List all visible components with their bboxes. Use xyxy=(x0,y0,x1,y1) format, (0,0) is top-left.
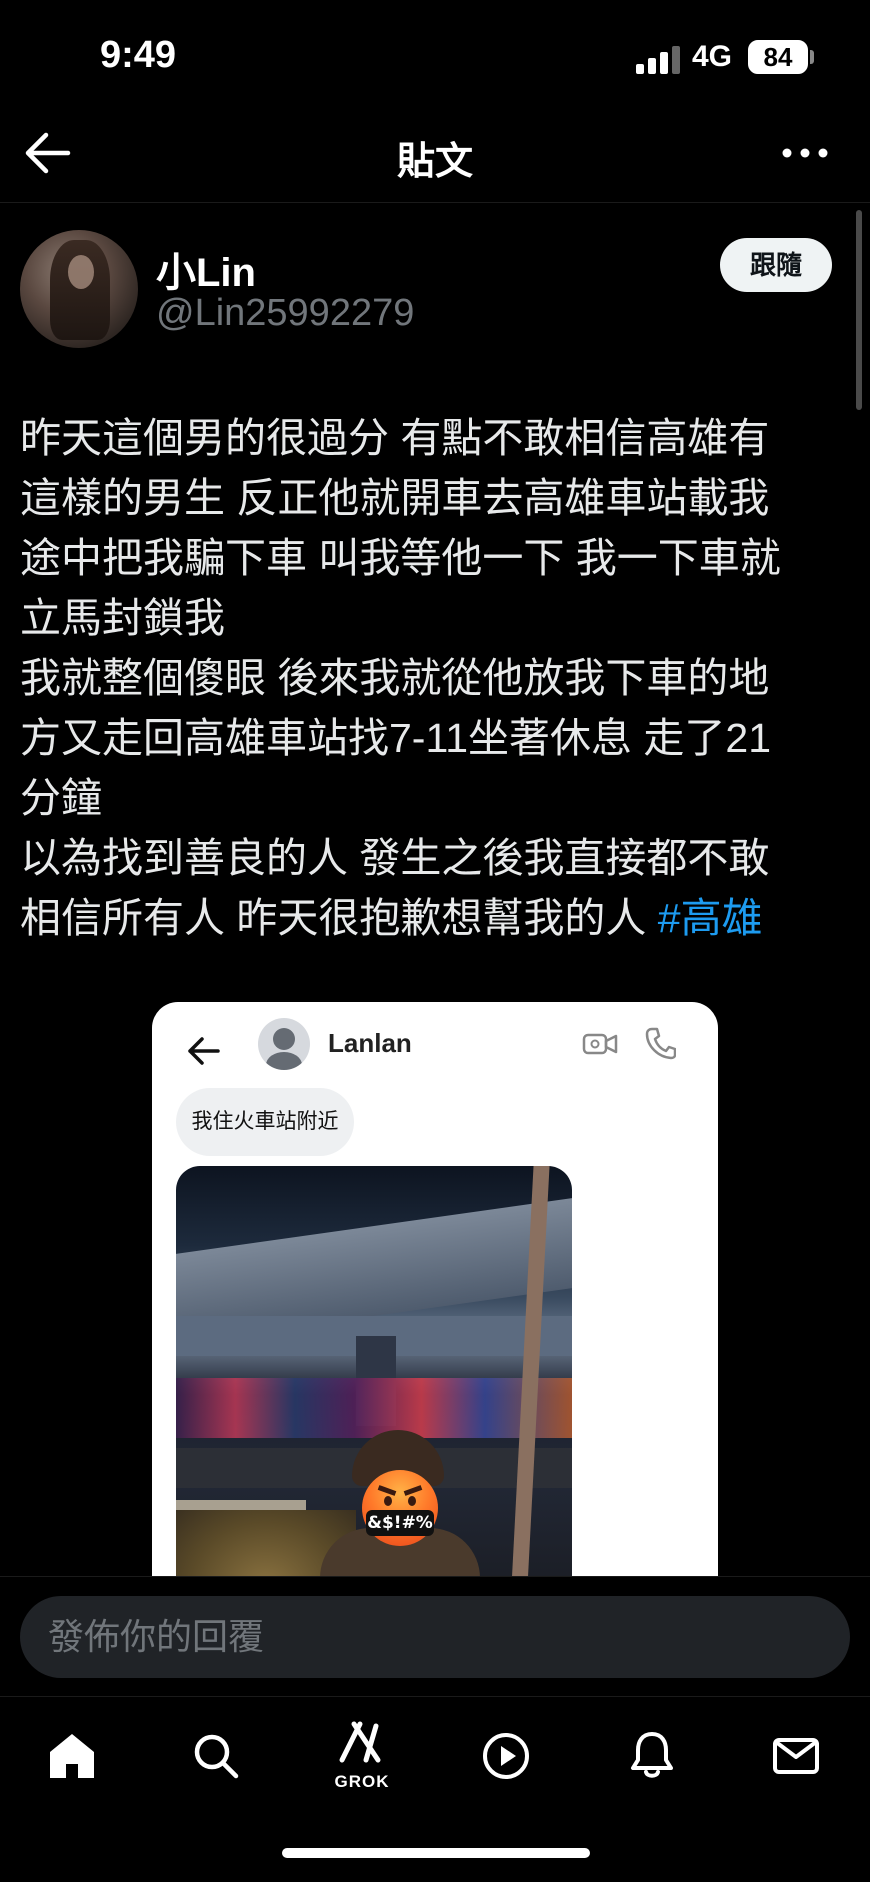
grok-label: GROK xyxy=(334,1772,390,1791)
header-divider xyxy=(0,202,870,203)
battery-icon: 84 xyxy=(748,40,808,74)
contact-name: Lanlan xyxy=(328,1028,412,1058)
hashtag-link[interactable]: #高雄 xyxy=(658,895,763,941)
search-icon[interactable] xyxy=(186,1726,246,1786)
status-time: 9:49 xyxy=(100,34,177,76)
follow-button[interactable]: 跟隨 xyxy=(720,238,832,292)
reply-input[interactable]: 發佈你的回覆 xyxy=(20,1596,850,1678)
emoji-brow-right xyxy=(403,1485,423,1496)
author-name[interactable]: 小Lin xyxy=(156,240,256,298)
post-body: 昨天這個男的很過分 有點不敢相信高雄有 這樣的男生 反正他就開車去高雄車站載我 … xyxy=(20,408,850,948)
author-handle[interactable]: @Lin25992279 xyxy=(156,292,414,335)
post-line-last: 相信所有人 昨天很抱歉想幫我的人 #高雄 xyxy=(20,888,850,948)
battery-cap xyxy=(810,50,814,64)
network-type: 4G xyxy=(692,40,733,73)
angry-cursing-face-icon: &$!#% xyxy=(362,1470,438,1546)
grok-icon[interactable] xyxy=(332,1712,392,1772)
emoji-brow-left xyxy=(377,1485,397,1496)
scrollbar[interactable] xyxy=(856,210,862,410)
avatar-face xyxy=(68,255,94,289)
chat-message-bubble: 我住火車站附近 xyxy=(176,1088,354,1156)
contact-avatar-icon xyxy=(258,1018,310,1070)
avatar-body xyxy=(266,1052,302,1070)
post-line: 方又走回高雄車站找7-11坐著休息 走了21 xyxy=(20,715,772,761)
bell-icon[interactable] xyxy=(622,1726,682,1786)
page-title: 貼文 xyxy=(396,141,473,183)
post-line: 這樣的男生 反正他就開車去高雄車站載我 xyxy=(20,475,770,521)
home-indicator[interactable] xyxy=(282,1848,590,1858)
play-icon[interactable] xyxy=(476,1726,536,1786)
avatar-head xyxy=(273,1028,295,1050)
signal-strength-icon xyxy=(636,44,680,74)
post-line: 以為找到善良的人 發生之後我直接都不敢 xyxy=(20,835,770,881)
post-line: 分鐘 xyxy=(20,775,102,821)
post-line-text: 相信所有人 昨天很抱歉想幫我的人 xyxy=(20,895,658,941)
video-call-icon xyxy=(582,1033,618,1055)
photo-city-lights xyxy=(176,1378,572,1438)
attached-image[interactable]: Lanlan 我住火車站附近 &$!#% xyxy=(152,1002,718,1602)
post-line: 昨天這個男的很過分 有點不敢相信高雄有 xyxy=(20,415,770,461)
emoji-eye-right xyxy=(408,1496,416,1506)
more-options-icon[interactable] xyxy=(780,140,830,166)
battery-level: 84 xyxy=(763,42,793,72)
mail-icon[interactable] xyxy=(766,1726,826,1786)
post-line: 途中把我騙下車 叫我等他一下 我一下車就 xyxy=(20,535,781,581)
emoji-eye-left xyxy=(384,1496,392,1506)
post-line: 我就整個傻眼 後來我就從他放我下車的地 xyxy=(20,655,770,701)
chat-photo: &$!#% xyxy=(176,1166,572,1602)
home-icon[interactable] xyxy=(42,1726,102,1786)
phone-call-icon xyxy=(645,1027,676,1060)
author-avatar[interactable] xyxy=(20,230,138,348)
back-arrow-icon xyxy=(188,1037,220,1065)
post-line: 立馬封鎖我 xyxy=(20,595,225,641)
emoji-symbols: &$!#% xyxy=(366,1510,434,1536)
